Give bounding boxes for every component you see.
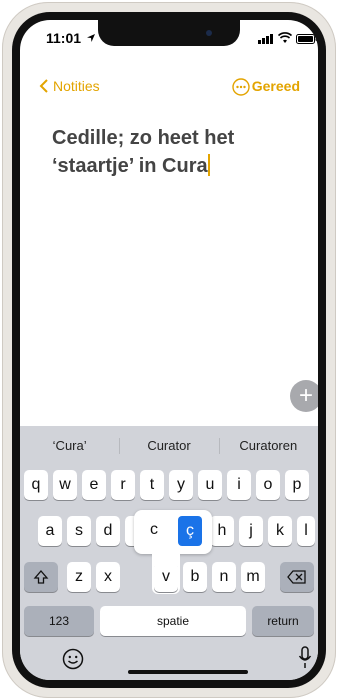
- key-z[interactable]: z: [67, 562, 91, 592]
- note-title-line2-text: ‘staartje’ in Cura: [52, 155, 208, 177]
- note-editor[interactable]: Cedille; zo heet het ‘staartje’ in Cura: [52, 124, 302, 180]
- key-n[interactable]: n: [212, 562, 236, 592]
- key-a[interactable]: a: [38, 516, 62, 546]
- more-icon[interactable]: [232, 78, 250, 96]
- space-key[interactable]: spatie: [100, 606, 246, 636]
- suggestion-bar: ‘Cura’ Curator Curatoren: [20, 426, 318, 466]
- backspace-icon: [287, 570, 306, 584]
- key-b[interactable]: b: [183, 562, 207, 592]
- chevron-left-icon: [39, 79, 48, 93]
- key-t[interactable]: t: [140, 470, 164, 500]
- phone-frame: 11:01 Notities Gereed Cedille; zo heet h…: [2, 2, 336, 698]
- key-s[interactable]: s: [67, 516, 91, 546]
- phone-bezel: 11:01 Notities Gereed Cedille; zo heet h…: [12, 12, 326, 688]
- return-key[interactable]: return: [252, 606, 314, 636]
- note-title-line2: ‘staartje’ in Cura: [52, 152, 302, 180]
- microphone-icon[interactable]: [298, 646, 312, 670]
- key-q[interactable]: q: [24, 470, 48, 500]
- key-d[interactable]: d: [96, 516, 120, 546]
- battery-icon: [296, 34, 318, 44]
- key-r[interactable]: r: [111, 470, 135, 500]
- plus-icon[interactable]: +: [290, 380, 318, 412]
- screen: 11:01 Notities Gereed Cedille; zo heet h…: [20, 20, 318, 680]
- key-j[interactable]: j: [239, 516, 263, 546]
- numbers-key[interactable]: 123: [24, 606, 94, 636]
- status-time: 11:01: [46, 30, 82, 46]
- accent-option-c[interactable]: c: [150, 521, 158, 539]
- navigation-bar: Notities Gereed: [20, 78, 318, 104]
- accent-option-c-cedilla[interactable]: ç: [178, 516, 202, 546]
- key-l[interactable]: l: [297, 516, 315, 546]
- key-i[interactable]: i: [227, 470, 251, 500]
- suggestion-item[interactable]: Curator: [119, 426, 218, 466]
- done-button[interactable]: Gereed: [252, 78, 300, 94]
- emoji-icon[interactable]: [62, 648, 84, 670]
- key-y[interactable]: y: [169, 470, 193, 500]
- status-bar: 11:01: [20, 30, 318, 50]
- key-k[interactable]: k: [268, 516, 292, 546]
- shift-key[interactable]: [24, 562, 58, 592]
- key-w[interactable]: w: [53, 470, 77, 500]
- location-arrow-icon: [87, 34, 95, 42]
- home-indicator[interactable]: [128, 670, 248, 674]
- suggestion-item[interactable]: ‘Cura’: [20, 426, 119, 466]
- back-button[interactable]: Notities: [38, 78, 100, 94]
- key-m[interactable]: m: [241, 562, 265, 592]
- shift-icon: [33, 570, 49, 584]
- backspace-key[interactable]: [280, 562, 314, 592]
- key-h[interactable]: h: [210, 516, 234, 546]
- wifi-icon: [278, 32, 292, 43]
- text-cursor: [207, 154, 210, 176]
- keyboard-bottom-bar: [20, 640, 318, 680]
- key-p[interactable]: p: [285, 470, 309, 500]
- back-label: Notities: [53, 78, 100, 94]
- key-v[interactable]: v: [154, 562, 178, 592]
- key-e[interactable]: e: [82, 470, 106, 500]
- suggestion-item[interactable]: Curatoren: [218, 426, 318, 466]
- note-title-line1: Cedille; zo heet het: [52, 127, 235, 149]
- key-x[interactable]: x: [96, 562, 120, 592]
- signal-icon: [258, 34, 273, 44]
- key-o[interactable]: o: [256, 470, 280, 500]
- key-u[interactable]: u: [198, 470, 222, 500]
